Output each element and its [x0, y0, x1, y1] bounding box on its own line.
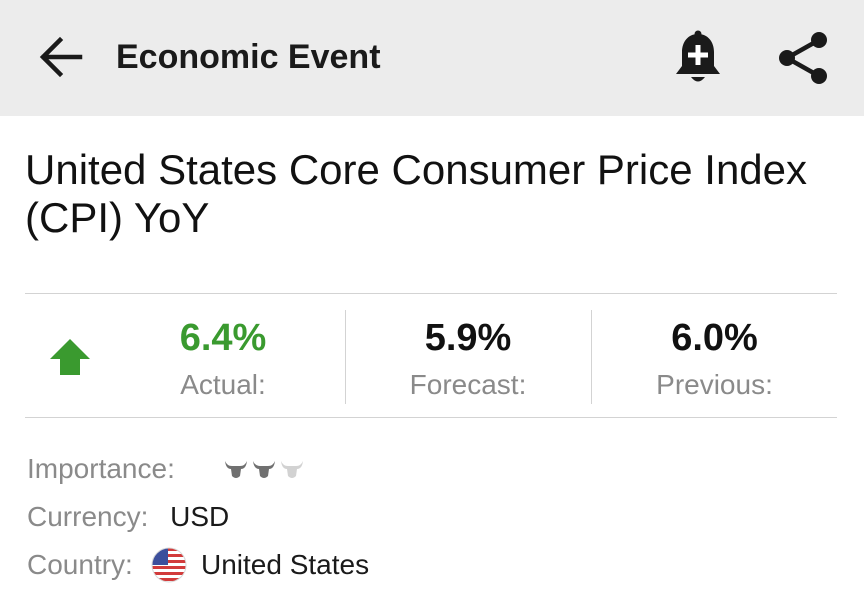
actual-value: 6.4%: [179, 317, 267, 359]
arrow-left-icon: [39, 36, 83, 78]
bull-icon: [281, 461, 303, 478]
currency-row: Currency: USD: [27, 497, 229, 537]
stats-row: 6.4% Actual: 5.9% Forecast: 6.0% Previou…: [25, 293, 837, 418]
forecast-value: 5.9%: [424, 317, 512, 359]
actual-stat: 6.4% Actual:: [125, 294, 321, 417]
country-value: United States: [201, 549, 370, 580]
importance-row: Importance:: [27, 449, 303, 489]
share-button[interactable]: [772, 28, 832, 88]
back-button[interactable]: [36, 34, 86, 80]
currency-label: Currency:: [27, 501, 149, 532]
actual-label: Actual:: [180, 369, 266, 400]
bull-icon: [253, 461, 275, 478]
bell-plus-icon: [676, 30, 720, 82]
forecast-label: Forecast:: [409, 369, 527, 400]
us-flag-icon: [151, 547, 187, 583]
currency-value: USD: [170, 501, 230, 532]
add-alert-button[interactable]: [670, 28, 726, 88]
trend-up-arrow-icon: [50, 339, 90, 375]
previous-stat: 6.0% Previous:: [592, 294, 837, 417]
country-row: Country: United States: [27, 545, 369, 585]
previous-label: Previous:: [656, 369, 773, 400]
app-bar: Economic Event: [0, 0, 864, 116]
previous-value: 6.0%: [671, 317, 758, 359]
forecast-stat: 5.9% Forecast:: [347, 294, 589, 417]
bull-icon: [225, 461, 247, 478]
importance-rating: [225, 461, 303, 478]
share-icon: [779, 32, 827, 84]
country-label: Country:: [27, 549, 133, 580]
event-title: United States Core Consumer Price Index …: [25, 146, 808, 241]
app-bar-title: Economic Event: [116, 38, 381, 76]
importance-label: Importance:: [27, 453, 175, 484]
stat-divider: [345, 310, 346, 404]
